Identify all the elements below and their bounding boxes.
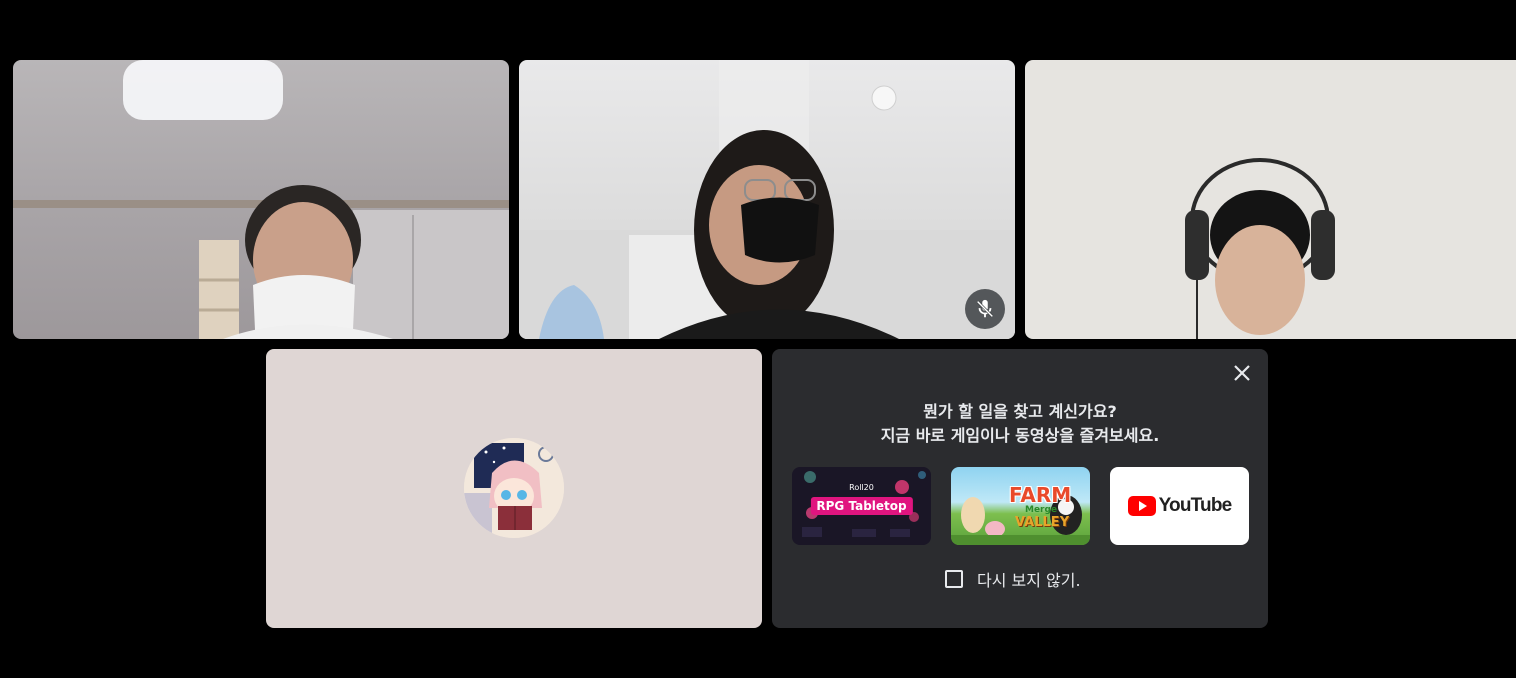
participant-video-tile[interactable] [519,60,1015,339]
avatar [464,438,564,538]
suggestion-heading: 뭔가 할 일을 찾고 계신가요? 지금 바로 게임이나 동영상을 즐겨보세요. [772,400,1268,448]
youtube-play-icon [1127,496,1156,516]
farm-subtitle-merge: Merge [1025,505,1058,515]
farm-title: FARM [1009,483,1072,507]
activities-suggestion-panel: 뭔가 할 일을 찾고 계신가요? 지금 바로 게임이나 동영상을 즐겨보세요. … [772,349,1268,628]
rpg-title: RPG Tabletop [810,497,913,515]
close-button[interactable] [1228,359,1256,387]
rpg-tabletop-card[interactable]: Roll20 RPG Tabletop [792,467,931,545]
mic-off-icon [976,299,994,318]
farm-subtitle-valley: VALLEY [1015,515,1070,530]
dont-show-again-checkbox[interactable] [945,570,963,588]
participant-video [519,60,1015,339]
farm-merge-valley-card[interactable]: FARM Merge VALLEY [951,467,1090,545]
dont-show-again-label: 다시 보지 않기. [977,571,1081,590]
participant-avatar-tile[interactable] [266,349,762,628]
youtube-wordmark: YouTube [1158,495,1233,516]
suggestion-heading-line1: 뭔가 할 일을 찾고 계신가요? [923,402,1117,421]
youtube-card[interactable]: YouTube [1110,467,1249,545]
participant-video [1185,158,1335,339]
participant-video-tile[interactable] [1025,60,1516,339]
youtube-logo: YouTube [1127,495,1233,517]
rpg-brand: Roll20 [849,483,874,492]
mic-off-badge [965,289,1005,329]
dont-show-again-option[interactable]: 다시 보지 않기. [945,567,1081,591]
participant-video-tile[interactable] [13,60,509,339]
activity-cards: Roll20 RPG Tabletop FARM Merge VALLEY Yo… [792,467,1249,545]
participant-video [13,60,509,339]
close-icon [1234,365,1250,381]
avatar-illustration [464,438,564,538]
suggestion-heading-line2: 지금 바로 게임이나 동영상을 즐겨보세요. [880,426,1160,445]
meeting-grid: 뭔가 할 일을 찾고 계신가요? 지금 바로 게임이나 동영상을 즐겨보세요. … [0,0,1516,678]
